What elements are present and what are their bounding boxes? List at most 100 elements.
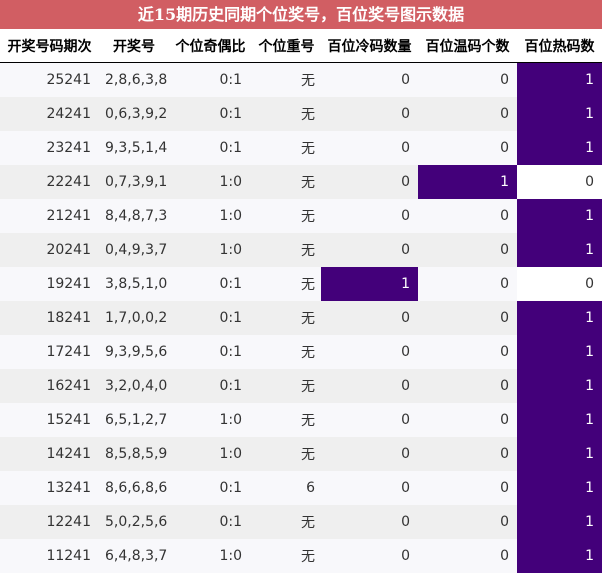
issue-cell: 18241 xyxy=(0,301,99,335)
cold-count-cell: 0 xyxy=(321,505,418,539)
issue-cell: 25241 xyxy=(0,63,99,98)
warm-count-cell: 0 xyxy=(418,131,517,165)
warm-count-cell: 0 xyxy=(418,369,517,403)
numbers-cell: 6,5,1,2,7 xyxy=(99,403,169,437)
header-issue: 开奖号码期次 xyxy=(0,29,99,63)
cold-count-cell: 0 xyxy=(321,199,418,233)
issue-cell: 14241 xyxy=(0,437,99,471)
repeat-cell: 无 xyxy=(252,437,321,471)
numbers-cell: 8,4,8,7,3 xyxy=(99,199,169,233)
issue-cell: 13241 xyxy=(0,471,99,505)
table-row: 182411,7,0,0,20:1无001 xyxy=(0,301,602,335)
repeat-cell: 无 xyxy=(252,165,321,199)
table-row: 162413,2,0,4,00:1无001 xyxy=(0,369,602,403)
issue-cell: 19241 xyxy=(0,267,99,301)
cold-count-cell: 0 xyxy=(321,131,418,165)
header-repeat: 个位重号 xyxy=(252,29,321,63)
hot-count-cell: 1 xyxy=(517,471,602,505)
header-warm-count: 百位温码个数 xyxy=(418,29,517,63)
parity-ratio-cell: 0:1 xyxy=(169,63,252,98)
repeat-cell: 无 xyxy=(252,131,321,165)
table-row: 222410,7,3,9,11:0无010 xyxy=(0,165,602,199)
repeat-cell: 无 xyxy=(252,335,321,369)
repeat-cell: 6 xyxy=(252,471,321,505)
parity-ratio-cell: 0:1 xyxy=(169,335,252,369)
table-row: 142418,5,8,5,91:0无001 xyxy=(0,437,602,471)
hot-count-cell: 0 xyxy=(517,165,602,199)
header-hot-count: 百位热码数 xyxy=(517,29,602,63)
cold-count-cell: 0 xyxy=(321,369,418,403)
parity-ratio-cell: 0:1 xyxy=(169,301,252,335)
table-header-row: 开奖号码期次 开奖号 个位奇偶比 个位重号 百位冷码数量 百位温码个数 百位热码… xyxy=(0,29,602,63)
history-table: 开奖号码期次 开奖号 个位奇偶比 个位重号 百位冷码数量 百位温码个数 百位热码… xyxy=(0,29,602,573)
hot-count-cell: 1 xyxy=(517,369,602,403)
warm-count-cell: 0 xyxy=(418,233,517,267)
cold-count-cell: 0 xyxy=(321,63,418,98)
hot-count-cell: 1 xyxy=(517,97,602,131)
issue-cell: 15241 xyxy=(0,403,99,437)
parity-ratio-cell: 1:0 xyxy=(169,539,252,573)
table-row: 202410,4,9,3,71:0无001 xyxy=(0,233,602,267)
page-title: 近15期历史同期个位奖号，百位奖号图示数据 xyxy=(0,0,602,29)
hot-count-cell: 1 xyxy=(517,131,602,165)
table-row: 192413,8,5,1,00:1无100 xyxy=(0,267,602,301)
repeat-cell: 无 xyxy=(252,505,321,539)
numbers-cell: 3,8,5,1,0 xyxy=(99,267,169,301)
cold-count-cell: 0 xyxy=(321,165,418,199)
hot-count-cell: 0 xyxy=(517,267,602,301)
parity-ratio-cell: 0:1 xyxy=(169,369,252,403)
table-body: 252412,8,6,3,80:1无001242410,6,3,9,20:1无0… xyxy=(0,63,602,573)
cold-count-cell: 0 xyxy=(321,437,418,471)
hot-count-cell: 1 xyxy=(517,199,602,233)
issue-cell: 17241 xyxy=(0,335,99,369)
numbers-cell: 1,7,0,0,2 xyxy=(99,301,169,335)
numbers-cell: 8,5,8,5,9 xyxy=(99,437,169,471)
numbers-cell: 0,4,9,3,7 xyxy=(99,233,169,267)
parity-ratio-cell: 1:0 xyxy=(169,199,252,233)
warm-count-cell: 0 xyxy=(418,199,517,233)
parity-ratio-cell: 1:0 xyxy=(169,437,252,471)
issue-cell: 22241 xyxy=(0,165,99,199)
repeat-cell: 无 xyxy=(252,403,321,437)
table-row: 232419,3,5,1,40:1无001 xyxy=(0,131,602,165)
warm-count-cell: 0 xyxy=(418,505,517,539)
issue-cell: 23241 xyxy=(0,131,99,165)
numbers-cell: 3,2,0,4,0 xyxy=(99,369,169,403)
table-row: 212418,4,8,7,31:0无001 xyxy=(0,199,602,233)
repeat-cell: 无 xyxy=(252,233,321,267)
hot-count-cell: 1 xyxy=(517,63,602,98)
numbers-cell: 0,6,3,9,2 xyxy=(99,97,169,131)
cold-count-cell: 0 xyxy=(321,403,418,437)
hot-count-cell: 1 xyxy=(517,437,602,471)
warm-count-cell: 0 xyxy=(418,301,517,335)
warm-count-cell: 0 xyxy=(418,437,517,471)
parity-ratio-cell: 1:0 xyxy=(169,403,252,437)
repeat-cell: 无 xyxy=(252,267,321,301)
issue-cell: 11241 xyxy=(0,539,99,573)
warm-count-cell: 0 xyxy=(418,97,517,131)
warm-count-cell: 1 xyxy=(418,165,517,199)
warm-count-cell: 0 xyxy=(418,539,517,573)
cold-count-cell: 0 xyxy=(321,539,418,573)
header-cold-count: 百位冷码数量 xyxy=(321,29,418,63)
parity-ratio-cell: 1:0 xyxy=(169,165,252,199)
numbers-cell: 5,0,2,5,6 xyxy=(99,505,169,539)
parity-ratio-cell: 0:1 xyxy=(169,505,252,539)
repeat-cell: 无 xyxy=(252,199,321,233)
cold-count-cell: 1 xyxy=(321,267,418,301)
table-row: 122415,0,2,5,60:1无001 xyxy=(0,505,602,539)
header-numbers: 开奖号 xyxy=(99,29,169,63)
table-row: 252412,8,6,3,80:1无001 xyxy=(0,63,602,98)
cold-count-cell: 0 xyxy=(321,233,418,267)
parity-ratio-cell: 0:1 xyxy=(169,97,252,131)
header-parity-ratio: 个位奇偶比 xyxy=(169,29,252,63)
repeat-cell: 无 xyxy=(252,539,321,573)
issue-cell: 24241 xyxy=(0,97,99,131)
numbers-cell: 9,3,5,1,4 xyxy=(99,131,169,165)
issue-cell: 20241 xyxy=(0,233,99,267)
warm-count-cell: 0 xyxy=(418,403,517,437)
hot-count-cell: 1 xyxy=(517,403,602,437)
warm-count-cell: 0 xyxy=(418,267,517,301)
parity-ratio-cell: 0:1 xyxy=(169,131,252,165)
warm-count-cell: 0 xyxy=(418,471,517,505)
